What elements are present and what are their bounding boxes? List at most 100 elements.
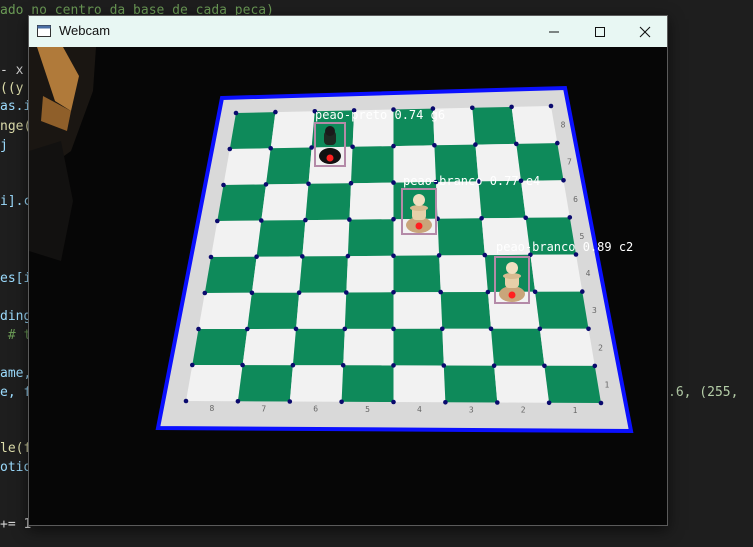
grid-corner-dot: [546, 400, 552, 406]
grid-corner-dot: [339, 399, 344, 405]
chess-board: 8 7 6 5 4 3 2 187654321: [155, 85, 634, 434]
board-file-label: 8: [209, 404, 214, 413]
window-title: Webcam: [59, 23, 111, 38]
board-square: [256, 220, 306, 257]
code-line: ding: [0, 309, 32, 324]
board-file-label: 5: [365, 405, 370, 414]
grid-corner-dot: [227, 146, 233, 152]
board-square: [223, 148, 271, 185]
grid-corner-dot: [495, 400, 500, 405]
grid-corner-dot: [561, 178, 566, 183]
board-square: [437, 218, 485, 256]
grid-corner-dot: [293, 326, 299, 332]
webcam-feed: 8765432187654321 peao-preto 0.74 g6 peao-…: [29, 47, 667, 525]
code-line: ((y: [0, 81, 24, 96]
webcam-window[interactable]: Webcam 8765432187654321 peao-preto 0.74 …: [28, 15, 668, 526]
grid-corner-dot: [263, 182, 269, 187]
grid-corner-dot: [202, 290, 208, 296]
grid-corner-dot: [235, 399, 241, 404]
board-square: [530, 254, 583, 292]
board-square: [393, 292, 443, 329]
grid-corner-dot: [509, 104, 514, 110]
base-center-dot: [326, 154, 334, 162]
maximize-button[interactable]: [577, 16, 623, 47]
board-square: [198, 292, 252, 329]
detection-label: peao-preto 0.74 g6: [315, 108, 445, 122]
app-window-icon: [37, 25, 51, 37]
grid-corner-dot: [287, 399, 293, 404]
grid-corner-dot: [555, 140, 560, 146]
grid-corner-dot: [580, 289, 585, 294]
board-square: [472, 106, 517, 145]
grid-corner-dot: [296, 290, 302, 296]
board-square: [341, 365, 394, 402]
grid-corner-dot: [537, 326, 543, 332]
board-square: [544, 365, 601, 403]
board-square: [349, 182, 394, 220]
grid-corner-dot: [592, 363, 598, 369]
board-square: [442, 328, 495, 366]
board-file-label: 2: [521, 406, 526, 415]
board-square: [393, 328, 444, 366]
board-square: [247, 292, 300, 329]
board-square: [440, 292, 491, 329]
board-square: [343, 328, 394, 366]
base-center-dot: [415, 222, 423, 230]
grid-corner-dot: [306, 181, 311, 187]
board-square: [270, 111, 315, 149]
board-square: [491, 328, 545, 366]
code-line: j: [0, 138, 8, 153]
board-file-label: 3: [469, 405, 474, 414]
grid-corner-dot: [259, 218, 264, 223]
grid-corner-dot: [479, 216, 484, 221]
code-line: le(f: [0, 441, 32, 456]
grid-corner-dot: [208, 254, 214, 260]
grid-corner-dot: [254, 254, 259, 259]
grid-corner-dot: [485, 289, 491, 295]
title-bar[interactable]: Webcam: [29, 16, 667, 47]
code-line: es[i: [0, 271, 32, 286]
close-button[interactable]: [622, 16, 668, 47]
grid-corner-dot: [567, 215, 573, 220]
grid-corner-dot: [340, 363, 346, 368]
grid-corner-dot: [441, 363, 447, 368]
board-square: [535, 291, 589, 329]
maximize-icon: [595, 26, 605, 37]
board-square: [186, 365, 243, 402]
detection-label: peao-branco 0.89 c2: [496, 240, 633, 254]
board-square: [539, 328, 595, 366]
grid-corner-dot: [473, 142, 478, 147]
code-line: as.i: [0, 99, 32, 114]
board-square: [393, 255, 441, 293]
board-rank-label: 6: [573, 195, 578, 204]
grid-corner-dot: [514, 141, 519, 147]
board-rank-label: 2: [598, 343, 603, 352]
minimize-button[interactable]: [531, 16, 577, 47]
grid-corner-dot: [586, 326, 591, 332]
grid-corner-dot: [491, 363, 497, 369]
board-file-label: 7: [261, 404, 266, 413]
grid-corner-dot: [482, 252, 488, 258]
board-rank-label: 3: [592, 306, 597, 315]
board-square: [299, 256, 348, 293]
grid-corner-dot: [391, 363, 396, 368]
board-square: [237, 365, 293, 402]
grid-corner-dot: [245, 326, 250, 332]
grid-corner-dot: [542, 363, 547, 369]
board-rank-label: 4: [586, 269, 591, 278]
board-square: [305, 183, 351, 221]
grid-corner-dot: [350, 144, 355, 150]
board-square: [242, 328, 296, 366]
board-file-label: 1: [573, 406, 578, 415]
grid-corner-dot: [548, 103, 554, 109]
grid-corner-dot: [300, 254, 305, 259]
grid-corner-dot: [196, 326, 201, 332]
grid-corner-dot: [347, 217, 352, 222]
board-square: [266, 147, 312, 185]
code-line: - x: [0, 63, 24, 78]
grid-corner-dot: [348, 180, 354, 186]
code-line: += 1: [0, 517, 32, 532]
board-square: [393, 365, 446, 403]
code-line: .6, (255,: [668, 385, 739, 400]
code-line: ame,: [0, 366, 32, 381]
